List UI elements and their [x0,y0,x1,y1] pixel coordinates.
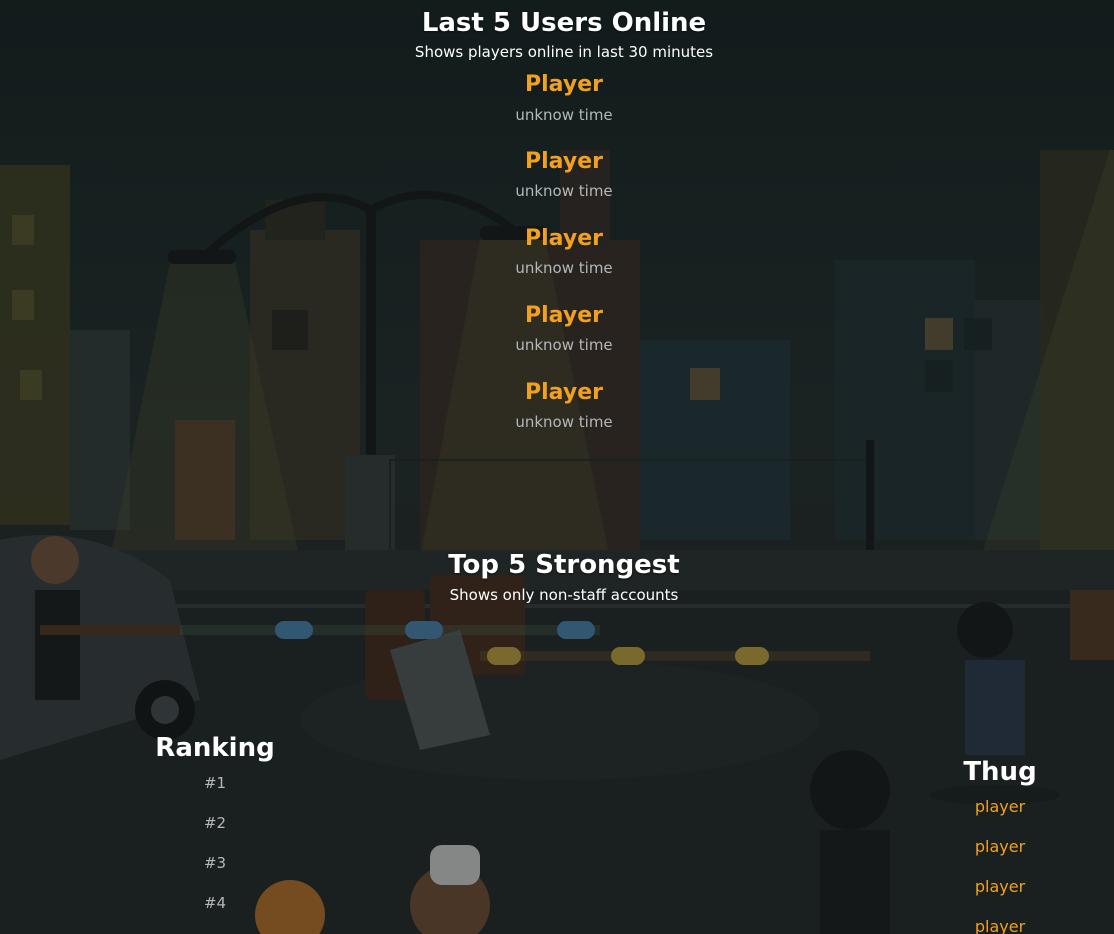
ranking-item: #1 [203,774,227,792]
ranking-item: #3 [203,854,227,872]
ranking-item: #4 [203,894,227,912]
thug-player-link[interactable]: player [930,918,1070,934]
online-user-name-link[interactable]: Player [0,226,1114,252]
online-users-section: Last 5 Users Online Shows players online… [0,8,1114,457]
ranking-header: Ranking [155,733,275,763]
thug-list: player player player player [930,798,1070,934]
online-users-title: Last 5 Users Online [421,8,707,38]
thug-header: Thug [963,757,1037,787]
online-user-item: Player unknow time [0,380,1114,457]
ranking-column: Ranking #1 #2 #3 #4 [145,733,285,934]
thug-column: Thug player player player player [930,757,1070,934]
strongest-subtitle: Shows only non-staff accounts [449,586,679,604]
online-user-time: unknow time [515,182,613,200]
online-users-subtitle: Shows players online in last 30 minutes [414,43,714,61]
online-user-time: unknow time [515,336,613,354]
online-user-item: Player unknow time [0,226,1114,303]
ranking-item: #2 [203,814,227,832]
strongest-title: Top 5 Strongest [448,550,680,580]
online-user-time: unknow time [515,106,613,124]
online-user-item: Player unknow time [0,72,1114,149]
online-user-item: Player unknow time [0,303,1114,380]
online-user-time: unknow time [515,259,613,277]
ranking-list: #1 #2 #3 #4 [145,774,285,934]
online-user-name-link[interactable]: Player [0,303,1114,329]
online-user-name-link[interactable]: Player [0,72,1114,98]
online-user-item: Player unknow time [0,149,1114,226]
online-user-list: Player unknow time Player unknow time Pl… [0,72,1114,457]
online-user-name-link[interactable]: Player [0,149,1114,175]
page: Last 5 Users Online Shows players online… [0,0,1114,934]
thug-player-link[interactable]: player [930,838,1070,878]
thug-player-link[interactable]: player [930,878,1070,918]
online-user-name-link[interactable]: Player [0,380,1114,406]
online-user-time: unknow time [515,413,613,431]
thug-player-link[interactable]: player [930,798,1070,838]
strongest-section: Top 5 Strongest Shows only non-staff acc… [0,550,1114,604]
